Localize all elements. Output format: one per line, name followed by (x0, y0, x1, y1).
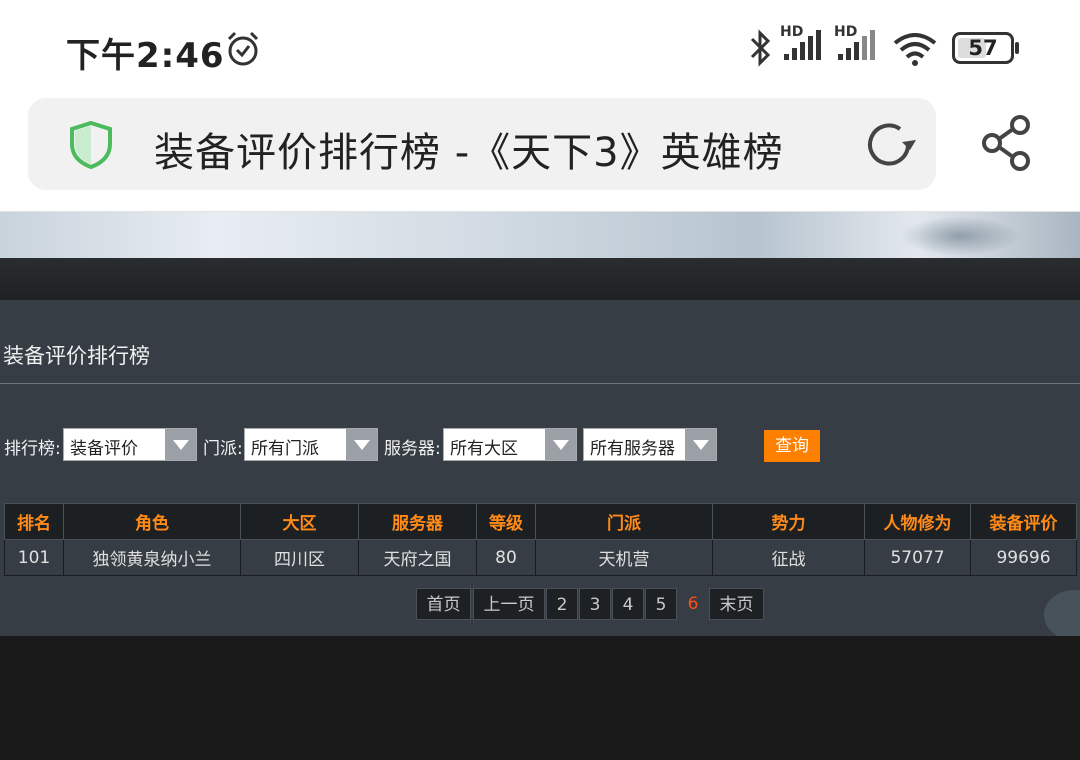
level-cell: 80 (476, 539, 536, 576)
chevron-down-icon[interactable] (346, 429, 377, 460)
page-title: 装备评价排行榜 -《天下3》英雄榜 (154, 130, 784, 176)
region-select[interactable]: 所有大区 (443, 428, 577, 461)
page-footer (0, 636, 1080, 760)
chevron-down-icon[interactable] (165, 429, 196, 460)
table-header-row: 排名 角色 大区 服务器 等级 门派 势力 人物修为 装备评价 (4, 503, 1077, 540)
rank-type-select[interactable]: 装备评价 (63, 428, 197, 461)
column-header[interactable]: 排名 (4, 503, 64, 540)
share-icon[interactable] (980, 114, 1034, 172)
nav-band (0, 258, 1080, 300)
header-banner-image (0, 212, 1080, 258)
alarm-icon (227, 31, 259, 66)
character-cell[interactable]: 独领黄泉纳小兰 (63, 539, 241, 576)
page-link[interactable]: 5 (645, 588, 677, 620)
server-label: 服务器: (384, 439, 441, 459)
column-header[interactable]: 人物修为 (864, 503, 971, 540)
column-header[interactable]: 大区 (240, 503, 359, 540)
page-link[interactable]: 2 (546, 588, 578, 620)
rank-type-label: 排行榜: (4, 439, 61, 459)
chevron-down-icon[interactable] (545, 429, 576, 460)
wifi-icon (893, 33, 937, 66)
bluetooth-icon (750, 29, 771, 67)
address-bar: 装备评价排行榜 -《天下3》英雄榜 (0, 96, 1080, 212)
battery-level: 57 (968, 36, 998, 60)
cultivation-cell: 57077 (864, 539, 971, 576)
column-header[interactable]: 势力 (712, 503, 865, 540)
status-time: 下午2:46 (66, 36, 225, 76)
battery-indicator: 57 (952, 32, 1020, 64)
shield-icon[interactable] (68, 120, 114, 170)
url-field[interactable]: 装备评价排行榜 -《天下3》英雄榜 (28, 98, 936, 190)
query-button[interactable]: 查询 (764, 430, 820, 462)
column-header[interactable]: 装备评价 (970, 503, 1077, 540)
server-cell: 天府之国 (358, 539, 477, 576)
signal-icon: HD (780, 24, 826, 64)
column-header[interactable]: 门派 (535, 503, 713, 540)
table-row[interactable]: 101 独领黄泉纳小兰 四川区 天府之国 80 天机营 征战 57077 996… (4, 539, 1077, 576)
server-value: 所有服务器 (590, 439, 675, 459)
first-page-button[interactable]: 首页 (416, 588, 471, 620)
status-bar: 下午2:46 HD HD 57 (0, 0, 1080, 96)
rank-type-value: 装备评价 (70, 439, 138, 459)
rank-cell: 101 (4, 539, 64, 576)
reload-icon[interactable] (864, 120, 916, 170)
ranking-panel: 装备评价排行榜 排行榜: 装备评价 门派: 所有门派 服务器: 所有大区 所有服… (0, 300, 1080, 636)
school-select[interactable]: 所有门派 (244, 428, 378, 461)
ranking-table: 排名 角色 大区 服务器 等级 门派 势力 人物修为 装备评价 101 独领黄泉… (4, 503, 1077, 576)
page-link[interactable]: 4 (612, 588, 644, 620)
page-link[interactable]: 3 (579, 588, 611, 620)
equipment-score-cell: 99696 (970, 539, 1077, 576)
filter-row: 排行榜: 装备评价 门派: 所有门派 服务器: 所有大区 所有服务器 查询 (0, 428, 1080, 462)
current-page: 6 (687, 594, 699, 614)
prev-page-button[interactable]: 上一页 (473, 588, 545, 620)
column-header[interactable]: 服务器 (358, 503, 477, 540)
school-value: 所有门派 (251, 439, 319, 459)
column-header[interactable]: 等级 (476, 503, 536, 540)
server-select[interactable]: 所有服务器 (583, 428, 717, 461)
divider (0, 383, 1080, 384)
region-cell: 四川区 (240, 539, 359, 576)
region-value: 所有大区 (450, 439, 518, 459)
signal-icon: HD (834, 24, 880, 64)
last-page-button[interactable]: 末页 (709, 588, 764, 620)
column-header[interactable]: 角色 (63, 503, 241, 540)
faction-cell: 征战 (712, 539, 865, 576)
section-title: 装备评价排行榜 (3, 344, 150, 368)
school-cell: 天机营 (535, 539, 713, 576)
school-label: 门派: (203, 439, 243, 459)
chevron-down-icon[interactable] (685, 429, 716, 460)
